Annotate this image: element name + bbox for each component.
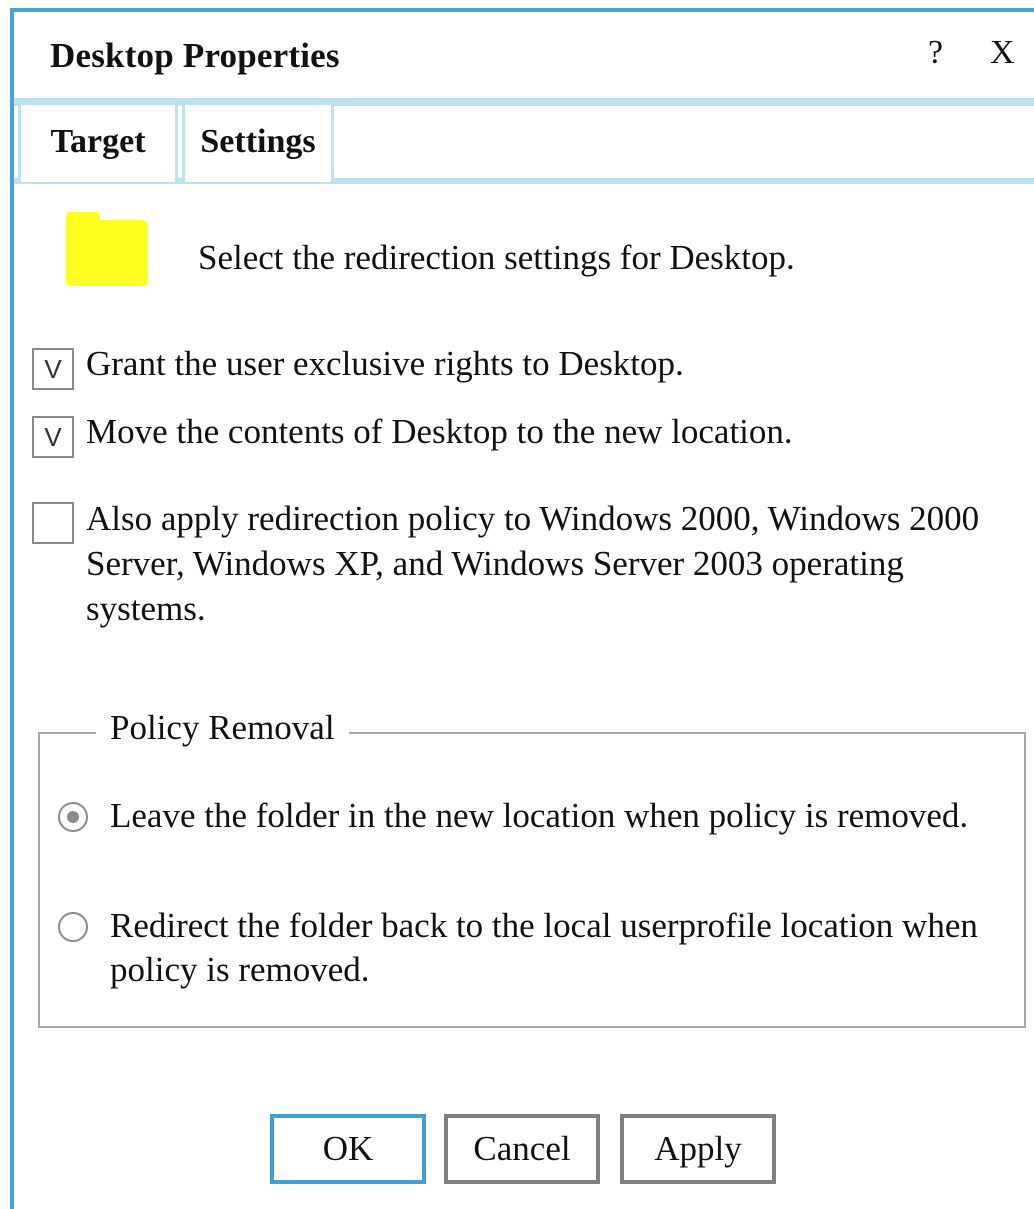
move-contents-label: Move the contents of Desktop to the new … (86, 412, 793, 451)
redirect-back-label: Redirect the folder back to the local us… (110, 906, 978, 989)
leave-folder-label: Leave the folder in the new location whe… (110, 796, 969, 835)
apply-legacy-os-label: Also apply redirection policy to Windows… (86, 499, 980, 628)
apply-button[interactable]: Apply (620, 1114, 776, 1184)
apply-legacy-os-checkbox[interactable] (32, 502, 74, 544)
title-bar: Desktop Properties ? X (14, 12, 1034, 100)
ok-button[interactable]: OK (270, 1114, 426, 1184)
cancel-button[interactable]: Cancel (444, 1114, 600, 1184)
help-button[interactable]: ? (928, 34, 943, 72)
desktop-properties-dialog: Desktop Properties ? X Target Settings S… (10, 8, 1034, 1209)
leave-folder-radio[interactable] (58, 802, 88, 832)
folder-icon (66, 212, 148, 286)
grant-exclusive-rights-label: Grant the user exclusive rights to Deskt… (86, 344, 684, 383)
policy-removal-group: Policy Removal Leave the folder in the n… (38, 708, 1026, 1028)
tab-settings[interactable]: Settings (182, 102, 334, 182)
policy-removal-legend: Policy Removal (96, 708, 349, 748)
intro-text: Select the redirection settings for Desk… (198, 238, 795, 277)
redirect-back-radio[interactable] (58, 912, 88, 942)
close-button[interactable]: X (990, 34, 1015, 72)
grant-exclusive-rights-checkbox[interactable]: V (32, 348, 74, 390)
move-contents-checkbox[interactable]: V (32, 416, 74, 458)
tab-target[interactable]: Target (18, 102, 178, 182)
dialog-title: Desktop Properties (50, 36, 340, 75)
